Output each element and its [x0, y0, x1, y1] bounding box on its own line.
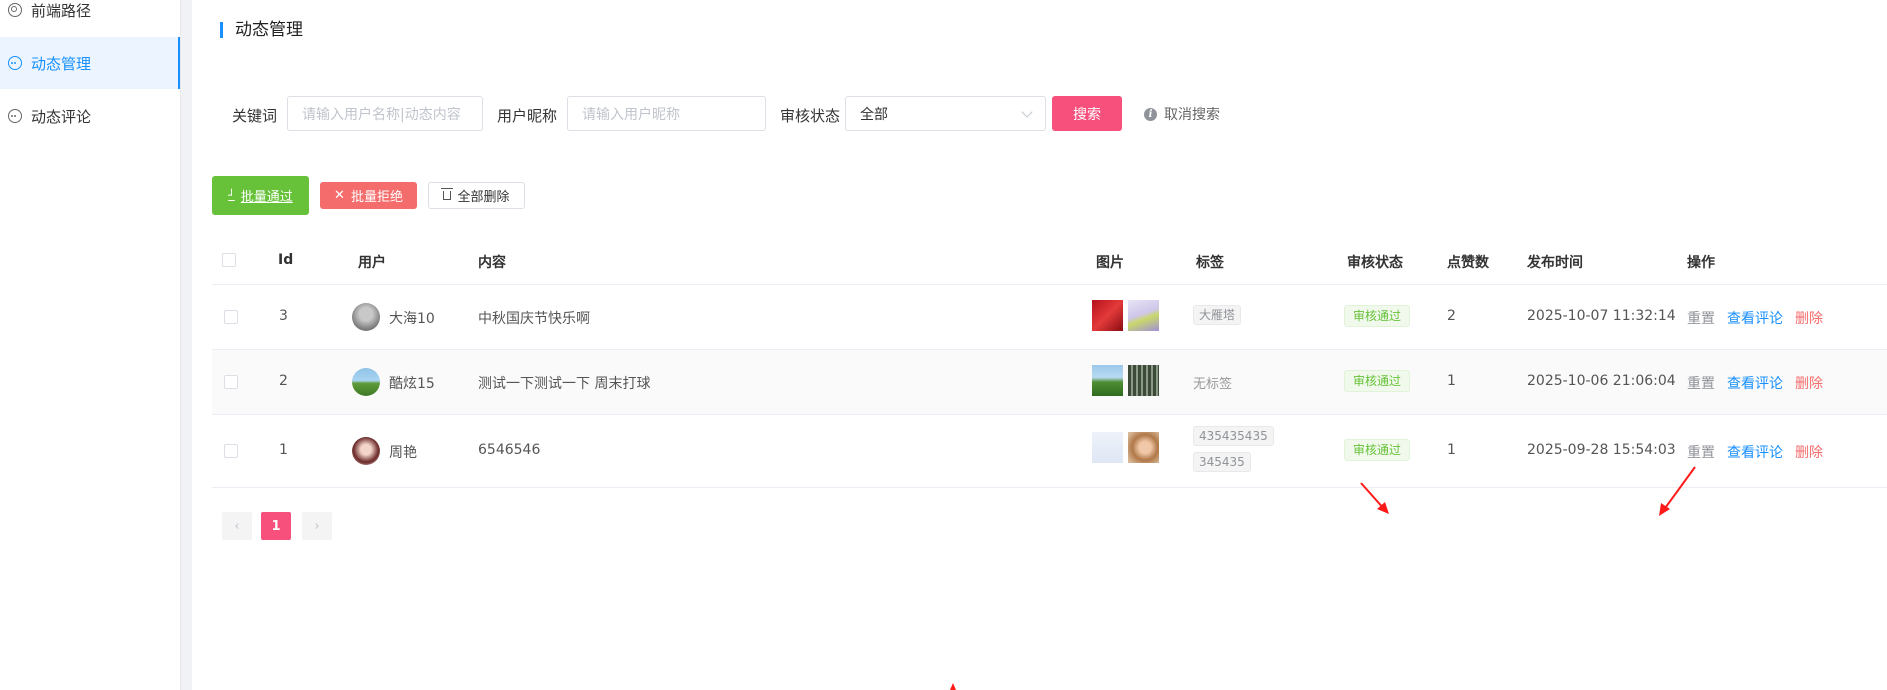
column-header-actions: 操作: [1687, 255, 1715, 271]
reset-link[interactable]: 重置: [1687, 308, 1715, 328]
post-image-thumbnail[interactable]: [1092, 432, 1123, 463]
nickname-placeholder: 请输入用户昵称: [582, 106, 680, 123]
status-badge: 审核通过: [1344, 370, 1411, 392]
keyword-label: 关键词: [232, 107, 278, 125]
table-row: 2 酷炫15 测试一下测试一下 周末打球 无标签 审核通过 1 2025-10-…: [212, 350, 1887, 414]
delete-all-label: 全部删除: [457, 190, 510, 205]
sidebar-item-post-comments[interactable]: 动态评论: [0, 90, 180, 142]
column-header-content: 内容: [478, 255, 506, 271]
row-checkbox[interactable]: [224, 310, 238, 324]
post-image-thumbnail[interactable]: [1092, 300, 1123, 331]
batch-approve-button[interactable]: ┘ 批量通过: [212, 176, 309, 215]
avatar[interactable]: [352, 368, 380, 396]
column-header-status: 审核状态: [1347, 255, 1403, 271]
cancel-search-button[interactable]: i 取消搜索: [1144, 104, 1220, 124]
batch-reject-label: 批量拒绝: [350, 190, 403, 205]
trash-icon: [441, 188, 454, 200]
table-divider: [212, 487, 1887, 488]
view-comments-link[interactable]: 查看评论: [1727, 442, 1783, 462]
row-time: 2025-09-28 15:54:03: [1527, 442, 1676, 458]
sidebar-item-post-management[interactable]: 动态管理: [0, 37, 180, 89]
post-image-thumbnail[interactable]: [1128, 432, 1159, 463]
batch-reject-button[interactable]: ✕ 批量拒绝: [320, 182, 417, 209]
row-id: 2: [279, 373, 288, 389]
chat-icon: [8, 56, 22, 70]
sidebar-item-label: 动态管理: [31, 54, 92, 73]
status-select[interactable]: 全部: [845, 96, 1046, 131]
select-all-checkbox[interactable]: [222, 253, 236, 267]
view-comments-link[interactable]: 查看评论: [1727, 373, 1783, 393]
avatar[interactable]: [352, 303, 380, 331]
row-id: 1: [279, 442, 288, 458]
column-header-id: Id: [278, 252, 294, 268]
search-button[interactable]: 搜索: [1052, 96, 1122, 131]
main-panel: 动态管理 关键词 请输入用户名称|动态内容 用户昵称 请输入用户昵称 审核状态 …: [192, 0, 1887, 690]
status-label: 审核状态: [780, 107, 841, 125]
status-select-value: 全部: [860, 106, 888, 123]
chevron-right-icon: ›: [314, 518, 320, 534]
keyword-placeholder: 请输入用户名称|动态内容: [302, 106, 461, 123]
post-image-thumbnail[interactable]: [1128, 365, 1159, 396]
batch-approve-label: 批量通过: [240, 190, 293, 205]
nickname-input[interactable]: 请输入用户昵称: [567, 96, 766, 131]
info-icon: i: [1144, 107, 1157, 121]
row-likes: 1: [1447, 442, 1456, 458]
no-tag-text: 无标签: [1193, 377, 1233, 392]
row-user: 周艳: [389, 445, 417, 461]
row-user: 大海10: [389, 311, 435, 327]
column-header-images: 图片: [1096, 255, 1124, 271]
view-comments-link[interactable]: 查看评论: [1727, 308, 1783, 328]
post-tag: 345435: [1193, 452, 1251, 472]
chat-icon: [8, 109, 22, 123]
column-header-time: 发布时间: [1527, 255, 1583, 271]
post-tag: 大雁塔: [1193, 305, 1242, 325]
cancel-search-label: 取消搜索: [1164, 107, 1220, 123]
column-header-user: 用户: [358, 255, 386, 271]
row-time: 2025-10-07 11:32:14: [1527, 308, 1676, 324]
check-icon: ┘: [228, 189, 235, 202]
page-button-current[interactable]: 1: [261, 512, 291, 540]
post-tag: 435435435: [1193, 426, 1274, 446]
row-checkbox[interactable]: [224, 444, 238, 458]
page-title: 动态管理: [220, 22, 303, 39]
row-checkbox[interactable]: [224, 375, 238, 389]
chevron-left-icon: ‹: [234, 518, 240, 534]
chevron-down-icon: [1021, 106, 1033, 118]
table-row: 3 大海10 中秋国庆节快乐啊 大雁塔 审核通过 2 2025-10-07 11…: [212, 285, 1887, 349]
post-image-thumbnail[interactable]: [1128, 300, 1159, 331]
column-header-tags: 标签: [1196, 255, 1224, 271]
row-time: 2025-10-06 21:06:04: [1527, 373, 1676, 389]
target-icon: [8, 3, 22, 17]
status-badge: 审核通过: [1344, 439, 1411, 461]
sidebar-item-label: 动态评论: [31, 107, 92, 126]
row-content: 测试一下测试一下 周末打球: [478, 376, 651, 392]
column-header-likes: 点赞数: [1447, 255, 1489, 271]
prev-page-button[interactable]: ‹: [222, 512, 252, 540]
row-likes: 2: [1447, 308, 1456, 324]
row-content: 中秋国庆节快乐啊: [478, 311, 590, 327]
row-likes: 1: [1447, 373, 1456, 389]
delete-link[interactable]: 删除: [1795, 442, 1823, 462]
keyword-input[interactable]: 请输入用户名称|动态内容: [287, 96, 483, 131]
close-icon: ✕: [334, 188, 345, 203]
sidebar: 前端路径 动态管理 动态评论: [0, 0, 181, 690]
status-badge: 审核通过: [1344, 305, 1411, 327]
sidebar-item-label: 前端路径: [31, 1, 92, 20]
row-content: 6546546: [478, 442, 541, 458]
reset-link[interactable]: 重置: [1687, 442, 1715, 462]
avatar[interactable]: [352, 437, 380, 465]
row-id: 3: [279, 308, 288, 324]
post-image-thumbnail[interactable]: [1092, 365, 1123, 396]
table-row: 1 周艳 6546546 435435435 345435 审核通过 1 202…: [212, 415, 1887, 487]
row-user: 酷炫15: [389, 376, 435, 392]
next-page-button[interactable]: ›: [302, 512, 332, 540]
sidebar-item-frontend-path[interactable]: 前端路径: [0, 0, 180, 36]
delete-link[interactable]: 删除: [1795, 373, 1823, 393]
delete-link[interactable]: 删除: [1795, 308, 1823, 328]
nickname-label: 用户昵称: [497, 107, 558, 125]
reset-link[interactable]: 重置: [1687, 373, 1715, 393]
delete-all-button[interactable]: 全部删除: [428, 182, 525, 209]
